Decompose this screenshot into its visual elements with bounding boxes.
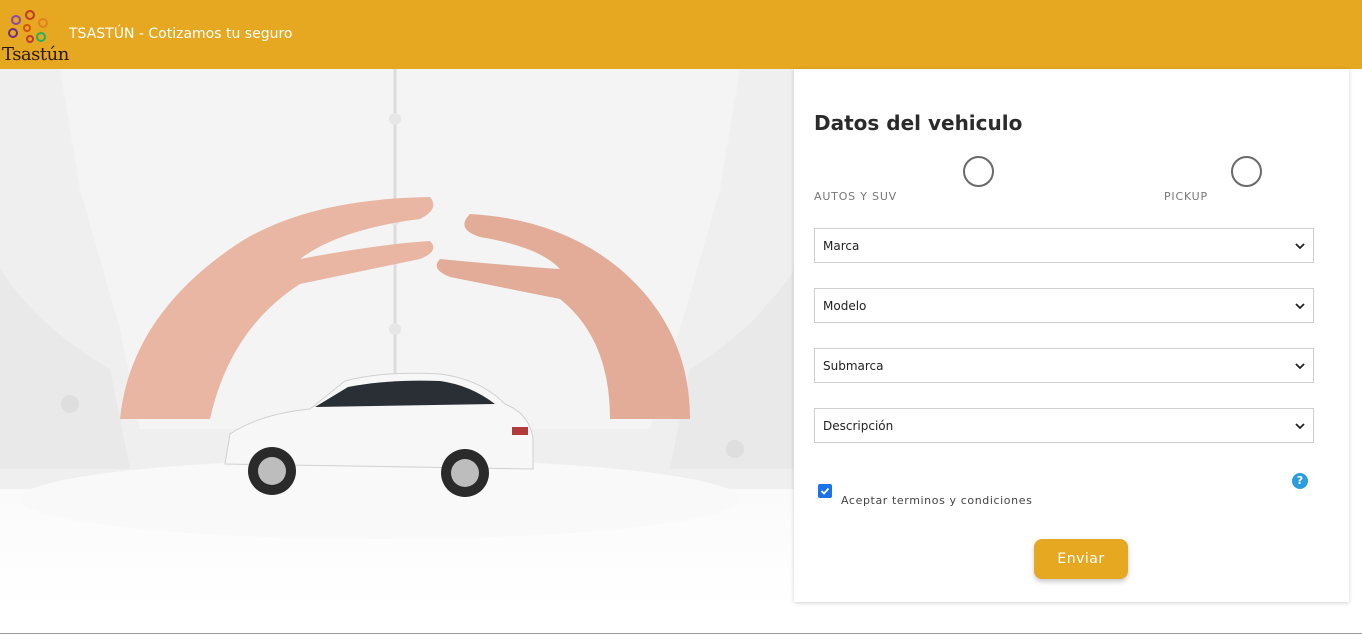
chevron-down-icon (1295, 242, 1305, 249)
terms-checkbox[interactable] (818, 484, 832, 498)
logo-dots-icon (8, 10, 48, 43)
chevron-down-icon (1295, 362, 1305, 369)
submit-button[interactable]: Enviar (1034, 539, 1128, 579)
radio-label-pickup: PICKUP (1164, 190, 1208, 203)
select-descripcion[interactable]: Descripción (814, 408, 1314, 443)
checkmark-icon (820, 487, 830, 495)
select-modelo[interactable]: Modelo (814, 288, 1314, 323)
footer-divider (0, 633, 1362, 634)
logo-text: Tsastún (2, 44, 69, 65)
radio-label-autos-suv: AUTOS Y SUV (814, 190, 898, 203)
chevron-down-icon (1295, 302, 1305, 309)
car-insurance-hands-illustration (0, 69, 795, 539)
select-modelo-value: Modelo (823, 298, 867, 313)
chevron-down-icon (1295, 422, 1305, 429)
top-navbar: Tsastún TSASTÚN - Cotizamos tu seguro (0, 0, 1362, 69)
select-marca[interactable]: Marca (814, 228, 1314, 263)
select-marca-value: Marca (823, 238, 860, 253)
select-submarca[interactable]: Submarca (814, 348, 1314, 383)
brand-title[interactable]: TSASTÚN - Cotizamos tu seguro (69, 26, 292, 42)
select-submarca-value: Submarca (823, 358, 884, 373)
help-icon[interactable]: ? (1292, 473, 1308, 489)
hero-image (0, 69, 795, 609)
tsastun-logo[interactable]: Tsastún (0, 6, 69, 65)
form-title: Datos del vehiculo (814, 111, 1023, 135)
radio-autos-suv[interactable] (963, 156, 994, 187)
select-descripcion-value: Descripción (823, 418, 894, 433)
terms-label[interactable]: Aceptar terminos y condiciones (841, 494, 1032, 507)
radio-pickup[interactable] (1231, 156, 1262, 187)
vehicle-form-card: Datos del vehiculo AUTOS Y SUV PICKUP Ma… (794, 69, 1349, 602)
